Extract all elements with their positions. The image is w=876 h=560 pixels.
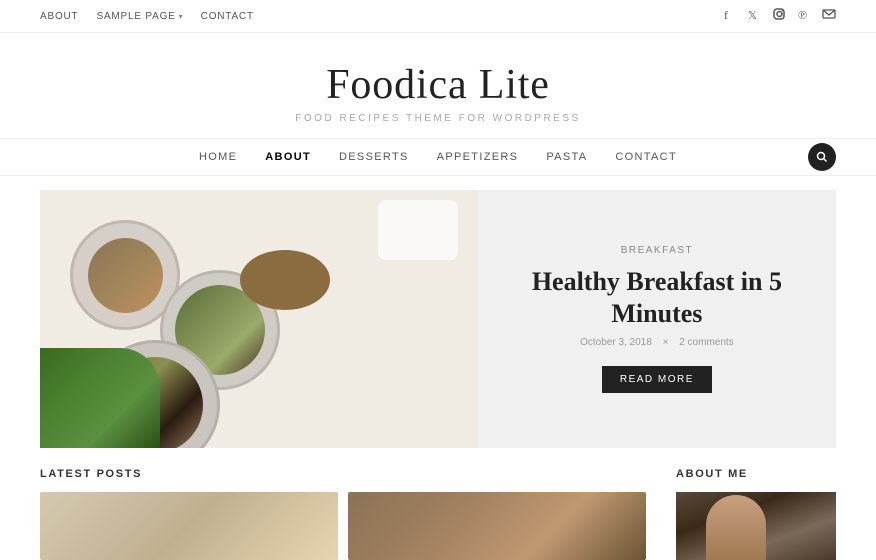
main-nav-links: HOME ABOUT DESSERTS APPETIZERS PASTA CON…: [199, 151, 677, 163]
latest-posts-title: LATEST POSTS: [40, 468, 646, 480]
site-header: Foodica Lite FOOD RECIPES THEME FOR WORD…: [0, 33, 876, 138]
hero-separator: ×: [663, 337, 669, 348]
nav-contact[interactable]: CONTACT: [615, 151, 677, 163]
nav-home[interactable]: HOME: [199, 151, 237, 163]
pinterest-icon[interactable]: ℗: [798, 8, 810, 24]
facebook-icon[interactable]: f: [724, 8, 736, 24]
hero-content: Breakfast Healthy Breakfast in 5 Minutes…: [478, 190, 836, 448]
topnav-contact[interactable]: CONTACT: [201, 11, 254, 22]
hero-category: Breakfast: [621, 245, 693, 256]
social-icons: f 𝕏 ℗: [724, 8, 836, 24]
top-nav: ABOUT SAMPLE PAGE ▾ CONTACT: [40, 11, 254, 22]
hero-image: [40, 190, 478, 448]
nav-pasta[interactable]: PASTA: [546, 151, 587, 163]
hero-section: Breakfast Healthy Breakfast in 5 Minutes…: [40, 190, 836, 448]
hero-title: Healthy Breakfast in 5 Minutes: [508, 266, 806, 328]
about-me: ABOUT ME: [676, 468, 836, 560]
search-button[interactable]: [808, 143, 836, 171]
white-items: [378, 200, 458, 260]
top-bar: ABOUT SAMPLE PAGE ▾ CONTACT f 𝕏 ℗: [0, 0, 876, 33]
nav-appetizers[interactable]: APPETIZERS: [437, 151, 519, 163]
chevron-down-icon: ▾: [179, 12, 183, 21]
nav-desserts[interactable]: DESSERTS: [339, 151, 409, 163]
about-me-title: ABOUT ME: [676, 468, 836, 480]
search-icon: [816, 151, 828, 163]
food-photo: [40, 190, 478, 448]
bottom-section: LATEST POSTS ABOUT ME: [40, 468, 836, 560]
topnav-sample-label[interactable]: SAMPLE PAGE: [96, 11, 175, 22]
latest-posts: LATEST POSTS: [40, 468, 646, 560]
topnav-about[interactable]: ABOUT: [40, 11, 78, 22]
site-title: Foodica Lite: [0, 61, 876, 109]
bowl: [240, 250, 330, 310]
greens: [40, 348, 160, 448]
twitter-icon[interactable]: 𝕏: [748, 8, 761, 24]
email-icon[interactable]: [822, 8, 836, 24]
main-nav: HOME ABOUT DESSERTS APPETIZERS PASTA CON…: [0, 138, 876, 176]
topnav-sample-page[interactable]: SAMPLE PAGE ▾: [96, 11, 182, 22]
read-more-button[interactable]: READ MORE: [602, 366, 712, 393]
hero-meta: October 3, 2018 × 2 comments: [576, 337, 738, 348]
hero-date: October 3, 2018: [580, 337, 652, 348]
instagram-icon[interactable]: [773, 8, 786, 24]
svg-text:℗: ℗: [798, 8, 807, 20]
svg-text:𝕏: 𝕏: [748, 10, 757, 20]
nav-about[interactable]: ABOUT: [265, 151, 311, 163]
svg-text:f: f: [724, 8, 728, 20]
site-tagline: FOOD RECIPES THEME FOR WORDPRESS: [0, 113, 876, 124]
hero-comments: 2 comments: [679, 337, 733, 348]
